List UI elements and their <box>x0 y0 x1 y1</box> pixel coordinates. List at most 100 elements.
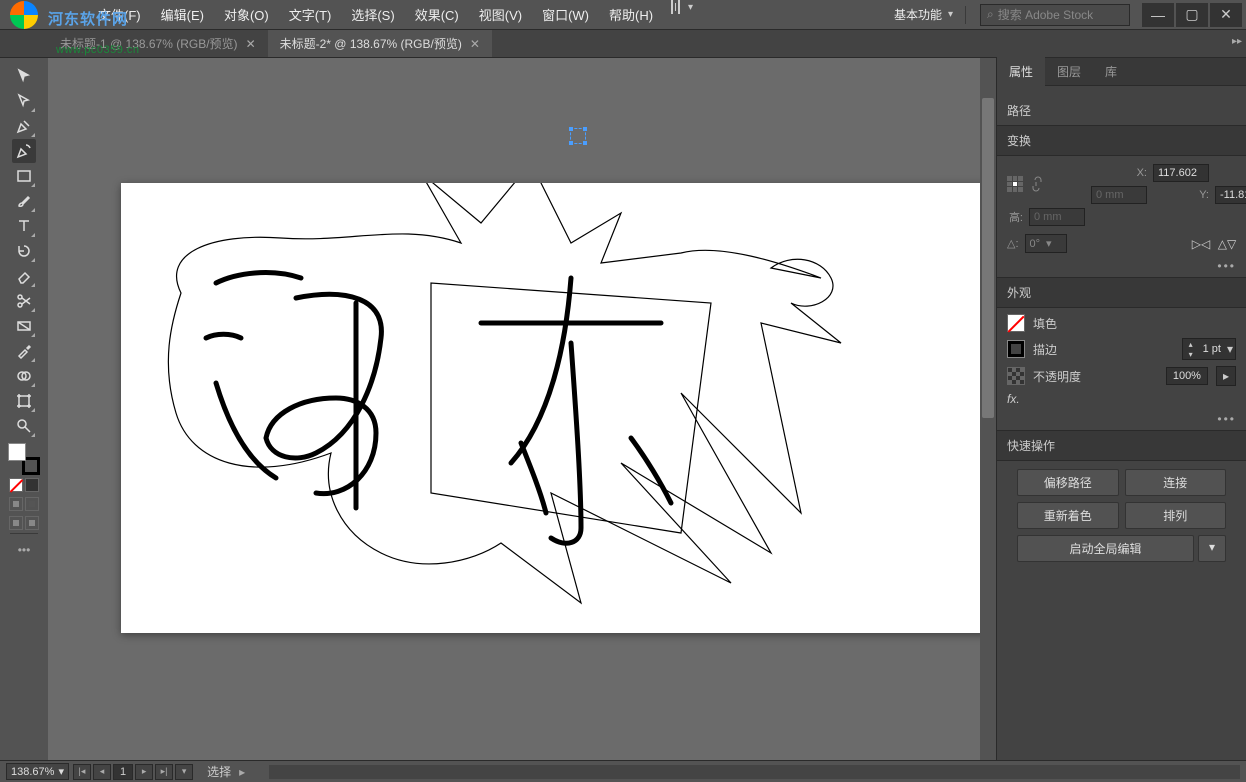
offset-path-button[interactable]: 偏移路径 <box>1017 469 1119 496</box>
workspace-switcher[interactable]: 基本功能 ▾ <box>886 2 961 27</box>
fx-button[interactable]: fx. <box>1007 392 1236 406</box>
artboard-tool[interactable] <box>12 389 36 413</box>
tab-properties[interactable]: 属性 <box>997 57 1045 86</box>
tab-layers[interactable]: 图层 <box>1045 57 1093 86</box>
eraser-tool[interactable] <box>12 264 36 288</box>
panels: ▸▸ 属性 图层 库 路径 变换 X: 宽: Y: <box>996 58 1246 760</box>
artboard-list-button[interactable]: ▾ <box>175 764 193 780</box>
stroke-color-swatch[interactable] <box>1007 340 1025 358</box>
screen-mode-full[interactable] <box>25 516 39 530</box>
transform-options-icon[interactable]: ••• <box>1007 259 1236 273</box>
artwork-paths[interactable] <box>121 183 991 633</box>
join-button[interactable]: 连接 <box>1125 469 1227 496</box>
search-icon: ⌕ <box>987 7 994 22</box>
shape-builder-tool[interactable] <box>12 364 36 388</box>
vertical-scrollbar[interactable] <box>980 58 996 760</box>
chevron-down-icon[interactable]: ▾ <box>1227 342 1233 356</box>
workspace-label: 基本功能 <box>894 6 942 23</box>
width-input[interactable] <box>1091 186 1147 204</box>
pen-tool[interactable] <box>12 114 36 138</box>
x-input[interactable] <box>1153 164 1209 182</box>
fill-label: 填色 <box>1033 315 1057 332</box>
selection-type-label: 路径 <box>1007 102 1236 119</box>
selection-tool[interactable] <box>12 64 36 88</box>
draw-behind-mode[interactable] <box>25 497 39 511</box>
none-color-icon[interactable] <box>9 478 23 492</box>
maximize-button[interactable]: ▢ <box>1176 3 1208 27</box>
stroke-weight-stepper[interactable]: ▴ ▾ 1 pt ▾ <box>1182 338 1236 360</box>
opacity-swatch-icon[interactable] <box>1007 367 1025 385</box>
selection-bounding-box[interactable] <box>570 128 586 144</box>
draw-normal-mode[interactable] <box>9 497 23 511</box>
transform-section-header: 变换 <box>997 125 1246 156</box>
eyedropper-tool[interactable] <box>12 339 36 363</box>
direct-selection-tool[interactable] <box>12 89 36 113</box>
artboard[interactable] <box>121 183 991 633</box>
menu-object[interactable]: 对象(O) <box>214 0 279 30</box>
prev-artboard-button[interactable]: ◂ <box>93 764 111 780</box>
edit-toolbar-button[interactable]: ••• <box>18 543 31 557</box>
close-icon[interactable]: ✕ <box>470 37 480 51</box>
menu-type[interactable]: 文字(T) <box>279 0 342 30</box>
current-tool-label: 选择 <box>207 763 231 780</box>
fill-stroke-swatches[interactable] <box>8 443 40 475</box>
link-dimensions-icon[interactable] <box>1029 176 1045 192</box>
flip-horizontal-icon[interactable]: ▷◁ <box>1192 235 1210 253</box>
close-icon[interactable]: ✕ <box>246 37 256 51</box>
stroke-label: 描边 <box>1033 341 1057 358</box>
menu-effect[interactable]: 效果(C) <box>405 0 469 30</box>
paintbrush-tool[interactable] <box>12 189 36 213</box>
screen-mode[interactable] <box>9 516 23 530</box>
status-flyout-icon[interactable]: ▸ <box>239 765 245 779</box>
increment-button[interactable]: ▴ <box>1185 339 1197 349</box>
arrange-documents-icon[interactable]: ▾ <box>671 0 693 15</box>
flip-vertical-icon[interactable]: △▽ <box>1218 235 1236 253</box>
zoom-level-select[interactable]: 138.67% ▾ <box>6 763 69 780</box>
opacity-input[interactable]: 100% <box>1166 367 1208 385</box>
recolor-button[interactable]: 重新着色 <box>1017 502 1119 529</box>
gradient-tool[interactable] <box>12 314 36 338</box>
search-input[interactable]: ⌕ 搜索 Adobe Stock <box>980 4 1130 26</box>
first-artboard-button[interactable]: |◂ <box>73 764 91 780</box>
menu-view[interactable]: 视图(V) <box>469 0 532 30</box>
menu-help[interactable]: 帮助(H) <box>599 0 663 30</box>
global-edit-options-button[interactable]: ▾ <box>1198 535 1226 562</box>
solid-color-icon[interactable] <box>25 478 39 492</box>
expand-panels-icon[interactable]: ▸▸ <box>1232 36 1242 47</box>
fill-swatch[interactable] <box>8 443 26 461</box>
last-artboard-button[interactable]: ▸| <box>155 764 173 780</box>
document-tab[interactable]: 未标题-2* @ 138.67% (RGB/预览) ✕ <box>268 30 492 57</box>
canvas-area[interactable] <box>48 58 996 760</box>
properties-panel: 路径 变换 X: 宽: Y: 高: <box>997 86 1246 760</box>
appearance-options-icon[interactable]: ••• <box>1007 412 1236 426</box>
curvature-tool[interactable] <box>12 139 36 163</box>
arrange-button[interactable]: 排列 <box>1125 502 1227 529</box>
height-input[interactable] <box>1029 208 1085 226</box>
horizontal-scrollbar[interactable] <box>269 765 1240 779</box>
decrement-button[interactable]: ▾ <box>1185 349 1197 359</box>
menu-edit[interactable]: 编辑(E) <box>151 0 214 30</box>
next-artboard-button[interactable]: ▸ <box>135 764 153 780</box>
opacity-flyout-icon[interactable]: ▸ <box>1216 366 1236 386</box>
close-button[interactable]: ✕ <box>1210 3 1242 27</box>
scrollbar-thumb[interactable] <box>982 98 994 418</box>
artboard-number-input[interactable]: 1 <box>113 764 133 780</box>
minimize-button[interactable]: — <box>1142 3 1174 27</box>
document-tab[interactable]: 未标题-1 @ 138.67% (RGB/预览) ✕ <box>48 30 268 57</box>
zoom-tool[interactable] <box>12 414 36 438</box>
app-logo <box>4 0 44 30</box>
angle-input[interactable]: 0° ▾ <box>1025 234 1067 253</box>
fill-color-swatch[interactable] <box>1007 314 1025 332</box>
tab-libraries[interactable]: 库 <box>1093 57 1129 86</box>
menu-select[interactable]: 选择(S) <box>341 0 404 30</box>
y-input[interactable] <box>1215 186 1246 204</box>
scissors-tool[interactable] <box>12 289 36 313</box>
x-label: X: <box>1091 167 1147 179</box>
rectangle-tool[interactable] <box>12 164 36 188</box>
type-tool[interactable] <box>12 214 36 238</box>
menu-window[interactable]: 窗口(W) <box>532 0 599 30</box>
chevron-down-icon: ▾ <box>688 2 693 13</box>
reference-point-picker[interactable] <box>1007 176 1023 192</box>
global-edit-button[interactable]: 启动全局编辑 <box>1017 535 1194 562</box>
rotate-tool[interactable] <box>12 239 36 263</box>
